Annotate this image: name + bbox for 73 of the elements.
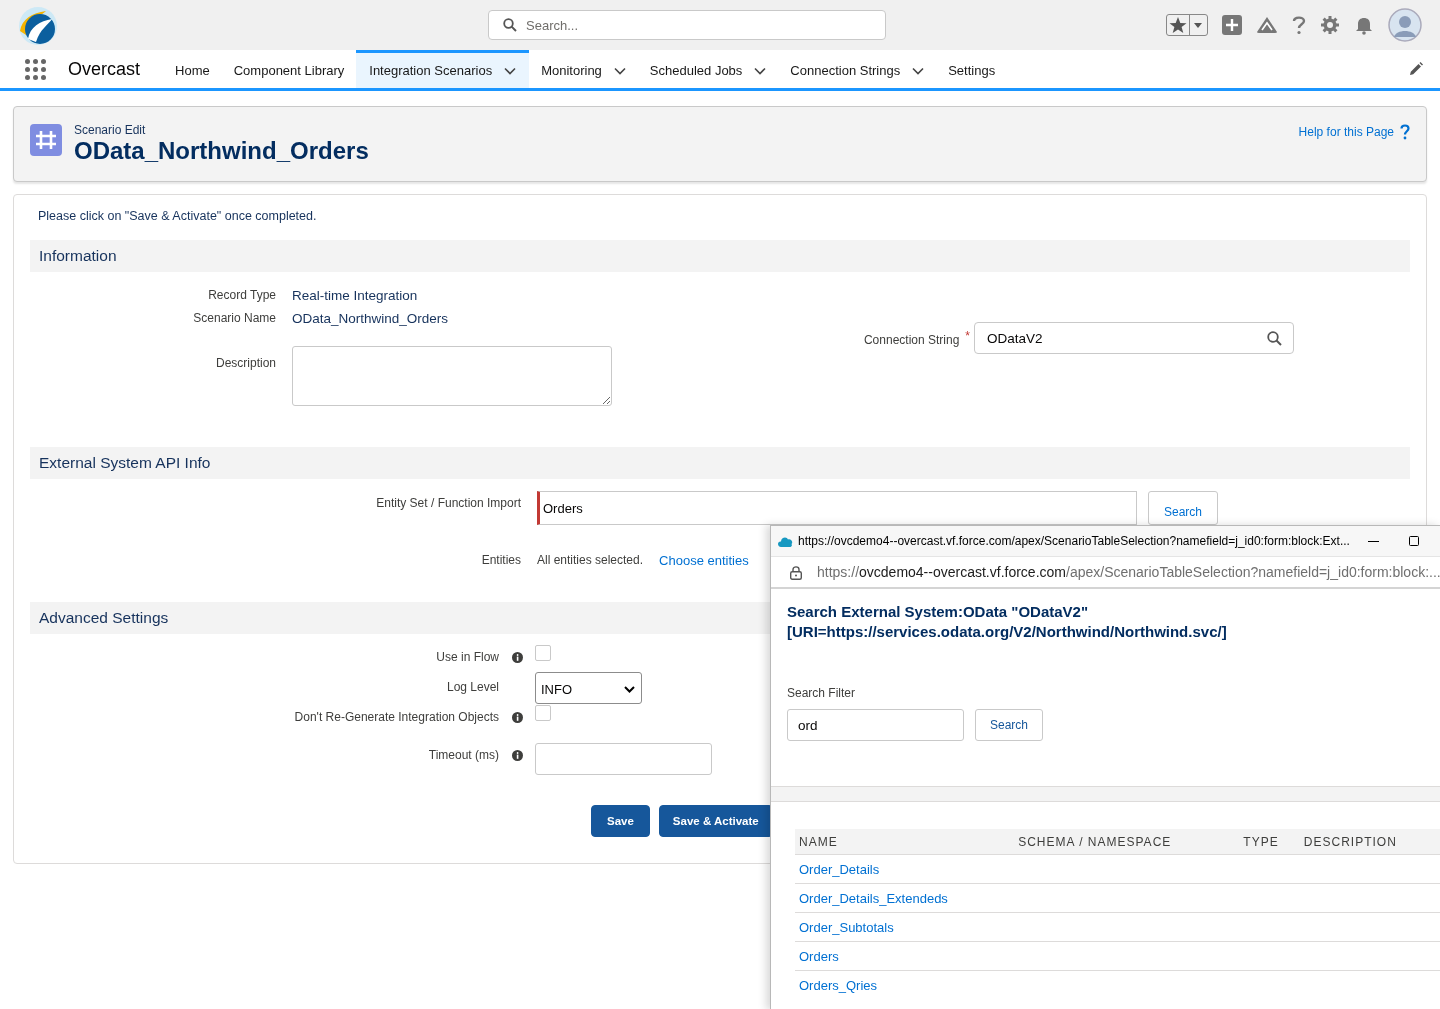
field-value: Real-time Integration <box>292 288 418 303</box>
maximize-icon[interactable] <box>1409 536 1419 546</box>
window-title: https://ovcdemo4--overcast.vf.force.com/apex/ScenarioTableSelection?namefield=j_id0:form:block:Ext... <box>798 534 1350 548</box>
star-icon <box>1167 15 1189 35</box>
save-activate-button[interactable]: Save & Activate <box>658 805 773 837</box>
help-icon[interactable] <box>1292 15 1306 35</box>
entity-link[interactable]: Orders_Qries <box>799 977 878 993</box>
column-header: NAME <box>795 829 1015 855</box>
app-launcher-icon[interactable] <box>25 58 46 80</box>
section-header: Information <box>30 240 1410 272</box>
field-label: Entities <box>480 553 521 567</box>
entity-link[interactable]: Order_Subtotals <box>799 919 894 935</box>
page-title: OData_Northwind_Orders <box>74 137 369 165</box>
nav-tab[interactable]: Monitoring <box>529 50 638 88</box>
search-button[interactable]: Search <box>1148 491 1218 525</box>
favorites-button[interactable] <box>1166 14 1208 36</box>
field-value: OData_Northwind_Orders <box>292 311 449 326</box>
lock-icon <box>790 564 802 580</box>
avatar-icon[interactable] <box>1388 8 1422 42</box>
notifications-icon[interactable] <box>1354 15 1374 35</box>
field-label: Search Filter <box>787 686 857 700</box>
search-button[interactable]: Search <box>975 709 1043 741</box>
entity-link[interactable]: Order_Details_Extendeds <box>799 890 948 906</box>
checkbox[interactable] <box>535 705 551 721</box>
choose-entities-link[interactable]: Choose entities <box>659 553 749 568</box>
entity-link[interactable]: Orders <box>799 948 839 964</box>
field-label: Record Type <box>207 288 276 302</box>
app-logo-icon <box>16 5 58 45</box>
field-label: Entity Set / Function Import <box>375 496 521 510</box>
nav-tab[interactable]: Scheduled Jobs <box>637 50 779 88</box>
column-header: TYPE <box>1239 829 1300 855</box>
field-value: All entities selected. <box>537 553 644 567</box>
connection-string-field[interactable]: ODataV2 <box>974 322 1294 354</box>
cloud-icon <box>777 535 793 547</box>
help-link[interactable]: Help for this Page <box>1298 125 1394 139</box>
app-name: Overcast <box>68 58 141 80</box>
nav-tab[interactable]: Integration Scenarios <box>356 50 530 88</box>
entity-field[interactable]: Orders <box>537 491 1137 525</box>
nav-tab[interactable]: Component Library <box>221 50 357 88</box>
edit-icon[interactable] <box>1409 62 1423 76</box>
mountain-icon[interactable] <box>1256 16 1278 34</box>
field-label: Connection String <box>863 333 960 347</box>
checkbox[interactable] <box>535 645 551 661</box>
description-field[interactable] <box>292 346 612 406</box>
address-bar-url: https://ovcdemo4--overcast.vf.force.com/apex/ScenarioTableSelection?namefield=j_id0:form:block:... <box>817 564 1440 580</box>
search-filter-field[interactable]: ord <box>787 709 964 741</box>
field-label: Log Level <box>445 680 499 694</box>
search-icon <box>503 18 517 32</box>
entity-link[interactable]: Order_Details <box>799 861 880 877</box>
column-header: SCHEMA / NAMESPACE <box>1014 829 1240 855</box>
chevron-down-icon <box>624 685 635 693</box>
field-label: Use in Flow <box>435 650 499 664</box>
notice-text: Please click on "Save & Activate" once completed. <box>38 209 318 223</box>
field-label: Description <box>214 356 276 370</box>
field-label: Don't Re-Generate Integration Objects <box>293 710 499 724</box>
scenario-icon <box>30 124 62 156</box>
settings-icon[interactable] <box>1320 15 1340 35</box>
log-level-select[interactable]: INFO <box>535 672 642 704</box>
save-button[interactable]: Save <box>591 805 650 837</box>
field-label: Timeout (ms) <box>427 748 499 762</box>
add-icon[interactable] <box>1222 15 1242 35</box>
column-header: DESCRIPTION <box>1299 829 1440 855</box>
help-icon[interactable] <box>1400 124 1410 140</box>
search-icon <box>1267 330 1282 346</box>
nav-tab[interactable]: Settings <box>936 50 1008 88</box>
page-subtitle: Scenario Edit <box>74 123 147 137</box>
timeout-field[interactable] <box>535 743 712 775</box>
nav-tab[interactable]: Connection Strings <box>778 50 937 88</box>
nav-tab[interactable]: Home <box>163 50 222 88</box>
field-label: Scenario Name <box>192 311 276 325</box>
required-mark: * <box>965 329 970 343</box>
search-field[interactable]: Search... <box>488 10 886 40</box>
section-header: External System API Info <box>30 447 1410 479</box>
